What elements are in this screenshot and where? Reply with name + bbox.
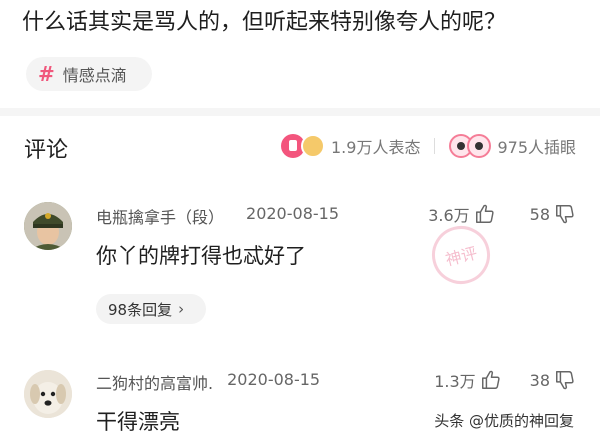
thumbs-up-icon [481,370,500,389]
comment-meta: 二狗村的高富帅. 2020-08-15 [96,370,320,394]
like-count: 1.3万 [434,372,476,391]
comment-date: 2020-08-15 [246,204,339,223]
thumbs-up-icon [475,204,494,223]
comment-author[interactable]: 二狗村的高富帅. [96,370,213,394]
topic-tag[interactable]: # 情感点滴 [26,57,152,91]
eyes-emoji-icon [467,134,492,158]
chevron-right-icon: › [178,300,185,318]
like-button[interactable]: 3.6万 [428,202,495,226]
stats-separator [434,138,436,154]
like-count: 3.6万 [428,206,470,225]
topic-tag-label: 情感点滴 [62,66,127,85]
comment-stats: 1.9万人表态 975人插眼 [281,132,576,160]
comment-author[interactable]: 电瓶擒拿手（段） [96,204,224,228]
reaction-emojis[interactable] [281,134,325,158]
thumbs-down-icon [556,371,574,390]
source-watermark: 头条 @优质的神回复 [430,408,578,433]
dislike-count: 38 [529,370,550,390]
comment-text: 你丫的牌打得也忒好了 [96,244,306,268]
comment-date: 2020-08-15 [227,370,321,389]
hot-comment-stamp: 神评 [425,219,497,291]
hash-icon: # [38,62,55,86]
avatar[interactable] [24,370,72,418]
avatar[interactable] [24,202,72,250]
question-title: 什么话其实是骂人的，但听起来特别像夸人的呢？ [22,10,507,35]
comment-actions: 3.6万 58 [428,202,576,226]
reactions-count: 1.9万人表态 [331,138,421,157]
comment-item: 电瓶擒拿手（段） 2020-08-15 3.6万 58 你丫的牌打得也忒好了 神… [0,196,600,356]
view-emojis[interactable] [449,134,492,158]
hand-emoji-icon [301,134,325,158]
dislike-button[interactable]: 58 [530,203,576,225]
like-button[interactable]: 1.3万 [434,368,501,392]
dislike-button[interactable]: 38 [530,369,576,391]
comment-actions: 1.3万 38 [434,368,576,392]
view-replies-button[interactable]: 98条回复 › [96,294,206,324]
views-count: 975人插眼 [497,138,576,157]
comments-header: 评论 1.9万人表态 975人插眼 [0,118,600,174]
comment-text: 干得漂亮 [96,410,180,434]
section-divider [0,108,600,116]
comments-title: 评论 [24,138,69,163]
reply-count: 98条回复 [108,300,173,319]
dislike-count: 58 [529,204,550,224]
comment-meta: 电瓶擒拿手（段） 2020-08-15 [96,204,339,228]
thumbs-down-icon [556,205,574,224]
